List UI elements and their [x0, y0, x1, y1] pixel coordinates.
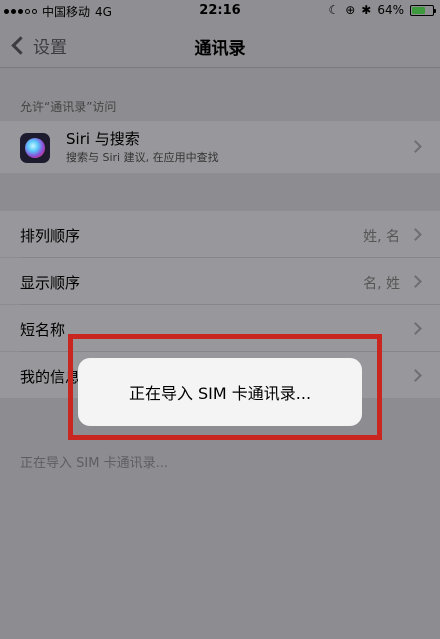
siri-cell-subtitle: 搜索与 Siri 建议, 在应用中查找 [66, 151, 219, 164]
page-title: 通讯录 [194, 39, 246, 59]
sort-order-cell[interactable]: 排列顺序 姓, 名 [0, 211, 440, 257]
display-order-cell[interactable]: 显示顺序 名, 姓 [0, 258, 440, 304]
rotation-lock-icon: ⊕ [345, 3, 356, 17]
highlight-annotation-box [68, 334, 382, 440]
status-bar: 中国移动 4G 22:16 ☾ ⊕ ✱ 64% [0, 0, 440, 22]
siri-icon [20, 133, 50, 163]
contacts-settings-screen: 中国移动 4G 22:16 ☾ ⊕ ✱ 64% 设置 通讯录 允许“通讯录”访问… [0, 0, 440, 639]
import-sim-contacts-link[interactable]: 正在导入 SIM 卡通讯录... [20, 452, 168, 471]
chevron-right-icon [409, 322, 422, 335]
battery-percent: 64% [377, 3, 404, 17]
siri-search-cell[interactable]: Siri 与搜索 搜索与 Siri 建议, 在应用中查找 [0, 121, 440, 173]
display-order-value: 名, 姓 [363, 276, 400, 292]
sort-order-value: 姓, 名 [363, 229, 400, 245]
display-order-label: 显示顺序 [20, 274, 81, 292]
short-name-label: 短名称 [20, 321, 66, 339]
section-header-access: 允许“通讯录”访问 [20, 100, 117, 114]
navigation-bar: 设置 通讯录 [0, 22, 440, 68]
chevron-right-icon [409, 140, 422, 153]
bluetooth-icon: ✱ [361, 3, 372, 17]
chevron-right-icon [409, 369, 422, 382]
siri-cell-title: Siri 与搜索 [66, 130, 140, 148]
chevron-right-icon [409, 275, 422, 288]
chevron-right-icon [409, 228, 422, 241]
moon-icon: ☾ [328, 3, 340, 17]
battery-icon [410, 4, 436, 16]
sort-order-label: 排列顺序 [20, 227, 81, 245]
status-right: ☾ ⊕ ✱ 64% [328, 3, 436, 17]
